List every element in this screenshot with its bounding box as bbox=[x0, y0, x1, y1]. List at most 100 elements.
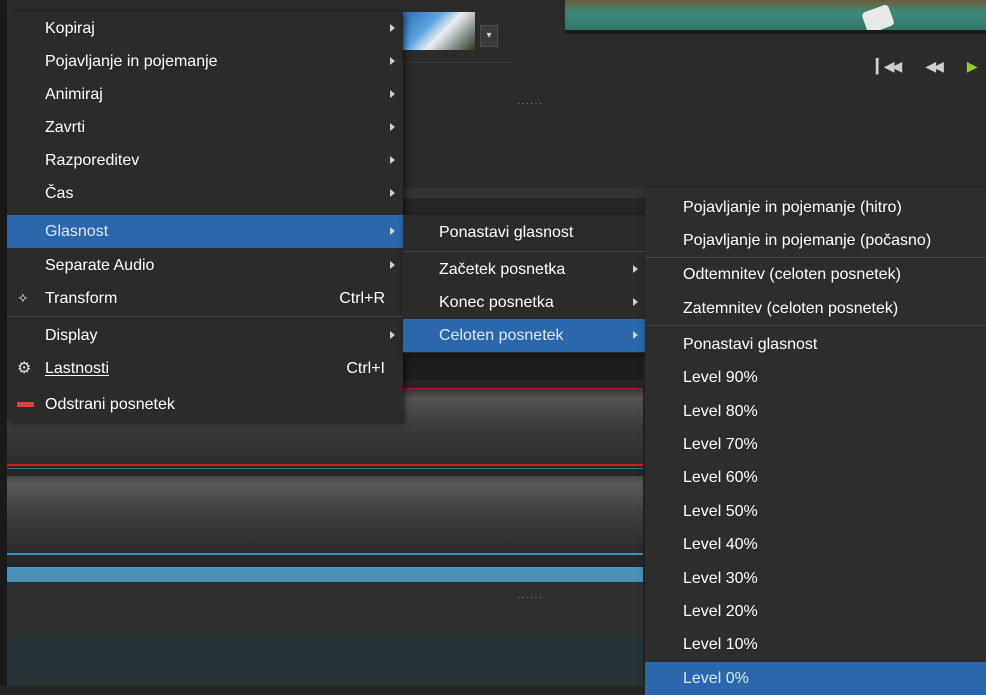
menu-item-label: Pojavljanje in pojemanje (hitro) bbox=[683, 199, 902, 216]
context-menu: Kopiraj Pojavljanje in pojemanje Animira… bbox=[7, 12, 403, 421]
transport-controls: ▎◀◀ ◀◀ ▶ bbox=[876, 56, 978, 76]
menu-item-label: Pojavljanje in pojemanje (počasno) bbox=[683, 232, 932, 249]
menu-item-glasnost[interactable]: Glasnost bbox=[7, 215, 403, 248]
menu-item-label: Level 50% bbox=[683, 503, 758, 520]
submenu-arrow-icon bbox=[633, 265, 638, 273]
rewind-icon[interactable]: ◀◀ bbox=[925, 58, 943, 75]
menu-item-reset-volume[interactable]: Ponastavi glasnost bbox=[645, 328, 986, 361]
menu-item-label: Kopiraj bbox=[45, 20, 95, 37]
menu-item-label: Separate Audio bbox=[45, 257, 155, 274]
menu-item-label: Level 90% bbox=[683, 369, 758, 386]
skip-to-start-icon[interactable]: ▎◀◀ bbox=[876, 58, 902, 75]
menu-item-label: Lastnosti bbox=[45, 360, 110, 377]
menu-item-odstrani[interactable]: Odstrani posnetek bbox=[7, 388, 403, 421]
menu-item-konec-posnetka[interactable]: Konec posnetka bbox=[403, 286, 646, 319]
menu-item-shortcut: Ctrl+I bbox=[346, 360, 385, 377]
menu-item-level-80[interactable]: Level 80% bbox=[645, 395, 986, 428]
menu-item-fade-out-whole[interactable]: Zatemnitev (celoten posnetek) bbox=[645, 292, 986, 325]
menu-item-label: Ponastavi glasnost bbox=[683, 336, 818, 353]
submenu-arrow-icon bbox=[390, 156, 395, 164]
menu-item-level-0[interactable]: Level 0% bbox=[645, 662, 986, 695]
video-preview bbox=[565, 0, 986, 32]
menu-item-label: Level 30% bbox=[683, 570, 758, 587]
chevron-down-icon[interactable]: ▾ bbox=[480, 25, 498, 47]
menu-item-label: Ponastavi glasnost bbox=[439, 224, 574, 241]
track-marker-blue bbox=[7, 553, 643, 555]
menu-item-label: Zatemnitev (celoten posnetek) bbox=[683, 300, 899, 317]
menu-item-label: Glasnost bbox=[45, 223, 109, 240]
resize-handle-icon[interactable]: ······ bbox=[517, 99, 542, 109]
submenu-arrow-icon bbox=[390, 189, 395, 197]
resize-handle-icon[interactable]: ······ bbox=[517, 593, 542, 603]
menu-item-label: Display bbox=[45, 327, 98, 344]
timeline-track-bottom[interactable] bbox=[7, 634, 643, 686]
remove-icon bbox=[17, 388, 34, 421]
menu-item-razporeditev[interactable]: Razporeditev bbox=[7, 144, 403, 177]
menu-item-fade-slow[interactable]: Pojavljanje in pojemanje (počasno) bbox=[645, 224, 986, 257]
menu-item-label: Level 70% bbox=[683, 436, 758, 453]
menu-item-level-10[interactable]: Level 10% bbox=[645, 628, 986, 661]
menu-item-label: Čas bbox=[45, 185, 74, 202]
move-icon: ✧ bbox=[17, 290, 29, 306]
menu-item-fade-fast[interactable]: Pojavljanje in pojemanje (hitro) bbox=[645, 191, 986, 224]
menu-item-label: Level 0% bbox=[683, 670, 749, 687]
divider bbox=[565, 30, 986, 34]
submenu-arrow-icon bbox=[390, 123, 395, 131]
menu-separator bbox=[403, 251, 646, 252]
submenu-arrow-icon bbox=[390, 331, 395, 339]
menu-item-level-20[interactable]: Level 20% bbox=[645, 595, 986, 628]
menu-item-label: Začetek posnetka bbox=[439, 261, 566, 278]
submenu-arrow-icon bbox=[390, 261, 395, 269]
menu-item-label: Celoten posnetek bbox=[439, 327, 564, 344]
timeline-clip-bar[interactable] bbox=[7, 567, 643, 582]
menu-item-animiraj[interactable]: Animiraj bbox=[7, 78, 403, 111]
menu-item-level-40[interactable]: Level 40% bbox=[645, 528, 986, 561]
menu-item-ponastavi-glasnost[interactable]: Ponastavi glasnost bbox=[403, 216, 646, 249]
menu-item-level-70[interactable]: Level 70% bbox=[645, 428, 986, 461]
menu-item-display[interactable]: Display bbox=[7, 319, 403, 352]
submenu-arrow-icon bbox=[633, 298, 638, 306]
menu-item-level-60[interactable]: Level 60% bbox=[645, 461, 986, 494]
menu-item-zavrti[interactable]: Zavrti bbox=[7, 111, 403, 144]
submenu-glasnost: Ponastavi glasnost Začetek posnetka Kone… bbox=[403, 215, 646, 353]
menu-item-level-50[interactable]: Level 50% bbox=[645, 495, 986, 528]
menu-separator bbox=[645, 325, 986, 326]
divider bbox=[403, 62, 513, 63]
submenu-arrow-icon bbox=[390, 90, 395, 98]
timeline-ruler bbox=[403, 355, 643, 380]
menu-item-label: Razporeditev bbox=[45, 152, 140, 169]
menu-item-separate-audio[interactable]: Separate Audio bbox=[7, 249, 403, 282]
menu-item-label: Zavrti bbox=[45, 119, 85, 136]
menu-item-label: Konec posnetka bbox=[439, 294, 554, 311]
track-marker-red bbox=[7, 464, 643, 466]
menu-item-fade-in-whole[interactable]: Odtemnitev (celoten posnetek) bbox=[645, 258, 986, 291]
menu-item-cas[interactable]: Čas bbox=[7, 177, 403, 210]
menu-separator bbox=[7, 316, 403, 317]
menu-item-label: Level 20% bbox=[683, 603, 758, 620]
menu-item-label: Level 60% bbox=[683, 469, 758, 486]
menu-item-level-90[interactable]: Level 90% bbox=[645, 361, 986, 394]
clip-thumbnail[interactable] bbox=[403, 12, 475, 50]
timeline-track-empty[interactable] bbox=[7, 582, 643, 634]
menu-item-label: Pojavljanje in pojemanje bbox=[45, 53, 218, 70]
menu-item-kopiraj[interactable]: Kopiraj bbox=[7, 12, 403, 45]
left-edge bbox=[0, 0, 7, 686]
menu-item-lastnosti[interactable]: ⚙ Lastnosti Ctrl+I bbox=[7, 352, 403, 385]
menu-item-celoten-posnetek[interactable]: Celoten posnetek bbox=[403, 319, 646, 352]
menu-item-label: Animiraj bbox=[45, 86, 103, 103]
menu-item-label: Level 80% bbox=[683, 403, 758, 420]
timeline-track-audio[interactable] bbox=[7, 476, 643, 556]
submenu-celoten-posnetek: Pojavljanje in pojemanje (hitro) Pojavlj… bbox=[645, 188, 986, 695]
gear-icon: ⚙ bbox=[17, 360, 32, 377]
play-icon[interactable]: ▶ bbox=[967, 58, 978, 75]
menu-item-label: Odstrani posnetek bbox=[45, 396, 175, 413]
menu-item-shortcut: Ctrl+R bbox=[339, 290, 385, 307]
menu-item-label: Level 40% bbox=[683, 536, 758, 553]
menu-item-transform[interactable]: ✧ Transform Ctrl+R bbox=[7, 282, 403, 315]
menu-item-pojavljanje[interactable]: Pojavljanje in pojemanje bbox=[7, 45, 403, 78]
menu-item-zacetek-posnetka[interactable]: Začetek posnetka bbox=[403, 253, 646, 286]
submenu-arrow-icon bbox=[390, 24, 395, 32]
menu-item-level-30[interactable]: Level 30% bbox=[645, 562, 986, 595]
submenu-arrow-icon bbox=[390, 227, 395, 235]
menu-item-label: Odtemnitev (celoten posnetek) bbox=[683, 266, 901, 283]
